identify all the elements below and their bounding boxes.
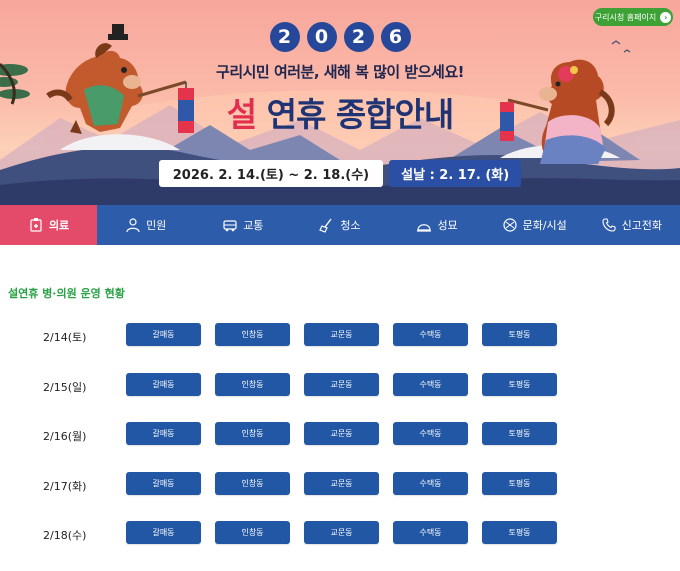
district-button-gyomun[interactable]: 교문동 — [304, 471, 379, 495]
schedule-date: 2/15(일) — [43, 380, 87, 394]
category-nav: 의료 민원 교통 청소 성묘 문화/시설 신고전화 — [0, 205, 680, 245]
district-button-topyeong[interactable]: 토평동 — [482, 521, 557, 544]
clinic-schedule-list: 2/14(토) 갈매동 인창동 교문동 수택동 토평동 2/15(일) 갈매동 … — [0, 323, 680, 571]
nav-tab-label: 의료 — [48, 219, 70, 232]
year-digit: 2 — [269, 22, 300, 52]
nav-tab-label: 성묘 — [437, 219, 458, 232]
schedule-date: 2/14(토) — [43, 331, 87, 344]
district-button-row: 갈매동 인창동 교문동 수택동 토평동 — [126, 521, 557, 544]
nav-tab-cleaning[interactable]: 청소 — [291, 205, 388, 245]
page-title: 설 연휴 종합안내 — [0, 88, 680, 136]
district-button-inchang[interactable]: 인창동 — [215, 422, 290, 445]
city-homepage-label: 구리시청 홈페이지 — [594, 12, 657, 22]
transport-icon — [223, 220, 237, 232]
district-button-topyeong[interactable]: 토평동 — [482, 471, 557, 495]
greeting-text: 구리시민 여러분, 새해 복 많이 받으세요! — [216, 63, 464, 81]
district-button-row: 갈매동 인창동 교문동 수택동 토평동 — [126, 471, 557, 495]
phone-icon — [602, 218, 616, 232]
schedule-row: 2/15(일) 갈매동 인창동 교문동 수택동 토평동 — [0, 372, 680, 423]
nav-tab-phone[interactable]: 신고전화 — [583, 205, 680, 245]
grave-icon — [417, 224, 432, 232]
nav-tab-grave[interactable]: 성묘 — [389, 205, 486, 245]
holiday-date-range: 2026. 2. 14.(토) ~ 2. 18.(수) — [158, 160, 384, 187]
schedule-date: 2/18(수) — [43, 529, 87, 542]
district-button-galmae[interactable]: 갈매동 — [126, 422, 201, 445]
district-button-topyeong[interactable]: 토평동 — [482, 422, 557, 445]
district-button-topyeong[interactable]: 토평동 — [482, 372, 557, 396]
hero-banner: 2 0 2 6 구리시민 여러분, 새해 복 많이 받으세요! 설 연휴 종합안… — [0, 0, 680, 205]
schedule-row: 2/16(월) 갈매동 인창동 교문동 수택동 토평동 — [0, 422, 680, 472]
district-button-inchang[interactable]: 인창동 — [215, 372, 290, 396]
district-button-sutaek[interactable]: 수택동 — [393, 422, 468, 445]
nav-tab-label: 교통 — [243, 219, 264, 232]
nav-tab-transport[interactable]: 교통 — [194, 205, 291, 245]
schedule-date: 2/17(화) — [43, 479, 87, 493]
nav-tab-culture[interactable]: 문화/시설 — [486, 205, 583, 245]
district-button-row: 갈매동 인창동 교문동 수택동 토평동 — [126, 422, 557, 445]
year-badges: 2 0 2 6 — [0, 22, 680, 52]
district-button-sutaek[interactable]: 수택동 — [393, 323, 468, 346]
schedule-row: 2/17(화) 갈매동 인창동 교문동 수택동 토평동 — [0, 471, 680, 522]
schedule-row: 2/18(수) 갈매동 인창동 교문동 수택동 토평동 — [0, 521, 680, 571]
holiday-dates: 2026. 2. 14.(토) ~ 2. 18.(수) 설날 : 2. 17. … — [0, 160, 680, 187]
district-button-galmae[interactable]: 갈매동 — [126, 471, 201, 495]
district-button-galmae[interactable]: 갈매동 — [126, 323, 201, 346]
district-button-sutaek[interactable]: 수택동 — [393, 521, 468, 544]
seollal-date: 설날 : 2. 17. (화) — [389, 160, 522, 187]
nav-tab-label: 신고전화 — [621, 219, 663, 232]
district-button-inchang[interactable]: 인창동 — [215, 521, 290, 544]
title-rest: 연휴 종합안내 — [266, 95, 455, 134]
nav-tab-label: 문화/시설 — [522, 219, 567, 232]
district-button-gyomun[interactable]: 교문동 — [304, 323, 379, 346]
district-button-galmae[interactable]: 갈매동 — [126, 521, 201, 544]
nav-tab-label: 민원 — [146, 219, 167, 232]
nav-tab-label: 청소 — [340, 219, 361, 232]
district-button-sutaek[interactable]: 수택동 — [393, 471, 468, 495]
nav-tab-medical[interactable]: 의료 — [0, 205, 98, 245]
district-button-gyomun[interactable]: 교문동 — [304, 521, 379, 544]
schedule-row: 2/14(토) 갈매동 인창동 교문동 수택동 토평동 — [0, 323, 680, 373]
nav-tab-civil[interactable]: 민원 — [97, 205, 194, 245]
medical-icon — [30, 218, 42, 232]
cleaning-icon — [319, 218, 332, 233]
schedule-date: 2/16(월) — [43, 430, 87, 443]
district-button-inchang[interactable]: 인창동 — [215, 323, 290, 346]
district-button-sutaek[interactable]: 수택동 — [393, 372, 468, 396]
year-digit: 6 — [380, 22, 411, 52]
district-button-gyomun[interactable]: 교문동 — [304, 372, 379, 396]
district-button-inchang[interactable]: 인창동 — [215, 471, 290, 495]
district-button-row: 갈매동 인창동 교문동 수택동 토평동 — [126, 372, 557, 396]
culture-icon — [502, 218, 517, 232]
district-button-galmae[interactable]: 갈매동 — [126, 372, 201, 396]
district-button-gyomun[interactable]: 교문동 — [304, 422, 379, 445]
year-digit: 0 — [306, 22, 337, 52]
district-button-topyeong[interactable]: 토평동 — [482, 323, 557, 346]
title-highlight: 설 — [226, 95, 257, 134]
district-button-row: 갈매동 인창동 교문동 수택동 토평동 — [126, 323, 557, 346]
city-homepage-button[interactable]: 구리시청 홈페이지 › — [593, 8, 673, 26]
year-digit: 2 — [343, 22, 374, 52]
civil-icon — [126, 218, 140, 233]
arrow-right-icon: › — [660, 11, 672, 23]
section-title: 설연휴 병·의원 운영 현황 — [8, 287, 125, 300]
